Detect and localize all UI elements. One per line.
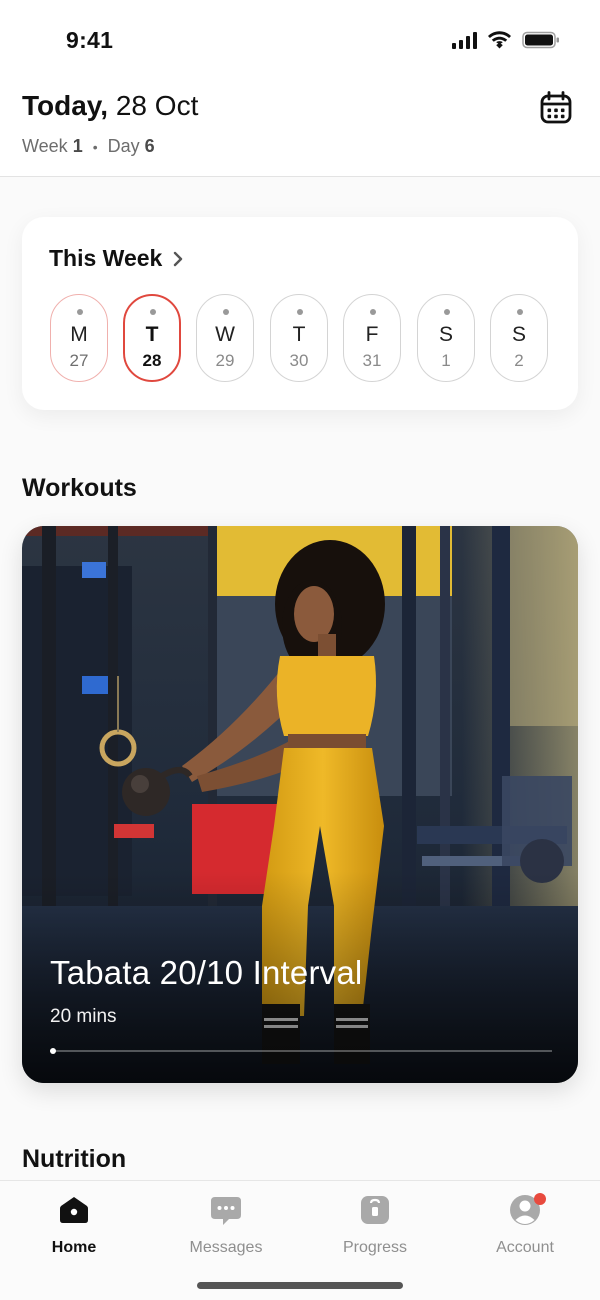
chat-icon xyxy=(211,1197,241,1225)
day-letter: F xyxy=(365,323,379,346)
status-bar: 9:41 xyxy=(0,0,600,80)
page-title: Today, 28 Oct xyxy=(22,90,198,122)
day-letter: S xyxy=(511,323,526,346)
bottom-tab-bar: Home Messages Progress Account xyxy=(0,1180,600,1300)
tab-progress-label: Progress xyxy=(342,1239,408,1256)
day-number: 1 xyxy=(441,351,451,370)
tab-home-label: Home xyxy=(51,1239,97,1256)
calendar-icon[interactable] xyxy=(538,90,574,126)
day-number: 29 xyxy=(215,351,235,370)
day-pill-mon[interactable]: M 27 xyxy=(50,294,108,382)
workout-duration: 20 mins xyxy=(50,1006,117,1027)
workout-card[interactable]: Tabata 20/10 Interval 20 mins xyxy=(22,526,578,1083)
day-number: 27 xyxy=(69,351,89,370)
status-time: 9:41 xyxy=(66,27,114,53)
this-week-card: This Week M 27 T 28 W 29 T 30 F 31 S 1 S… xyxy=(22,217,578,410)
day-letter: S xyxy=(438,323,453,346)
home-indicator xyxy=(197,1282,403,1289)
day-pill-thu[interactable]: T 30 xyxy=(270,294,328,382)
week-label: Week xyxy=(22,136,68,156)
progress-icon xyxy=(361,1196,389,1224)
tab-messages[interactable]: Messages xyxy=(166,1191,286,1261)
activity-dot xyxy=(77,309,83,315)
tab-account[interactable]: Account xyxy=(465,1191,585,1261)
activity-dot xyxy=(297,309,303,315)
workout-photo xyxy=(22,526,578,1083)
activity-dot xyxy=(444,309,450,315)
day-pill-fri[interactable]: F 31 xyxy=(343,294,401,382)
day-number: 2 xyxy=(514,351,524,370)
chevron-right-icon xyxy=(174,251,183,266)
activity-dot xyxy=(517,309,523,315)
separator-dot: • xyxy=(92,138,98,155)
page-header: Today, 28 Oct Week 1 • Day 6 xyxy=(0,80,600,177)
day-number: 28 xyxy=(142,351,162,370)
activity-dot xyxy=(223,309,229,315)
workout-title: Tabata 20/10 Interval xyxy=(50,954,363,991)
this-week-title: This Week xyxy=(49,245,163,271)
wifi-icon xyxy=(488,31,511,49)
battery-icon xyxy=(522,31,559,49)
tab-account-label: Account xyxy=(496,1239,554,1256)
home-icon xyxy=(60,1197,88,1223)
tab-progress[interactable]: Progress xyxy=(315,1191,435,1261)
day-pill-tue-today[interactable]: T 28 xyxy=(123,294,181,382)
day-number: 31 xyxy=(362,351,382,370)
day-label: Day xyxy=(107,136,140,156)
activity-dot xyxy=(150,309,156,315)
workout-progress-knob xyxy=(50,1048,56,1054)
day-pill-wed[interactable]: W 29 xyxy=(196,294,254,382)
day-letter: T xyxy=(292,323,306,346)
tab-home[interactable]: Home xyxy=(14,1191,134,1261)
this-week-link[interactable]: This Week xyxy=(49,245,184,272)
week-value: 1 xyxy=(72,136,83,156)
day-letter: M xyxy=(70,323,88,346)
main-content[interactable]: This Week M 27 T 28 W 29 T 30 F 31 S 1 S… xyxy=(0,177,600,1180)
status-icons xyxy=(452,31,560,49)
day-letter: W xyxy=(215,323,235,346)
program-progress: Week 1 • Day 6 xyxy=(22,136,155,157)
tab-messages-label: Messages xyxy=(189,1239,263,1256)
title-date: 28 Oct xyxy=(115,90,199,121)
day-pill-sat[interactable]: S 1 xyxy=(417,294,475,382)
day-value: 6 xyxy=(144,136,155,156)
day-pill-sun[interactable]: S 2 xyxy=(490,294,548,382)
nutrition-heading: Nutrition xyxy=(22,1145,127,1173)
workouts-heading: Workouts xyxy=(22,474,137,502)
cellular-signal-icon xyxy=(452,31,477,49)
day-letter: T xyxy=(145,323,159,346)
title-today: Today, xyxy=(22,90,109,121)
notification-badge xyxy=(534,1193,546,1205)
activity-dot xyxy=(370,309,376,315)
workout-progress-track xyxy=(50,1048,552,1054)
day-number: 30 xyxy=(289,351,309,370)
